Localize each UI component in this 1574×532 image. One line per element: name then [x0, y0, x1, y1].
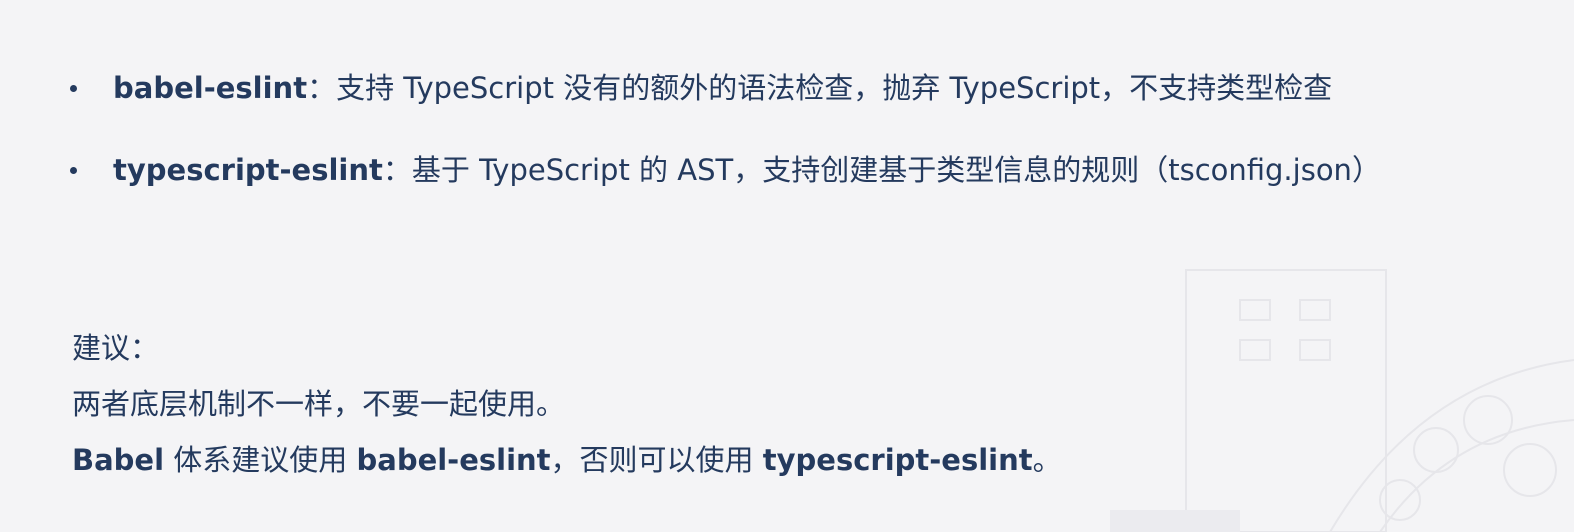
advice-line-1: 两者底层机制不一样，不要一起使用。: [72, 387, 566, 421]
bullet-term: babel-eslint: [113, 71, 308, 105]
advice-text: 。: [1032, 443, 1062, 477]
advice-text: 体系建议使用: [164, 443, 357, 477]
advice-line-2: Babel 体系建议使用 babel-eslint，否则可以使用 typescr…: [72, 432, 1062, 488]
bullet-desc: ：支持 TypeScript 没有的额外的语法检查，抛弃 TypeScript，…: [307, 71, 1333, 105]
bullet-dot-icon: [70, 84, 77, 92]
advice-section: 建议： 两者底层机制不一样，不要一起使用。 Babel 体系建议使用 babel…: [72, 320, 1062, 488]
bullet-list: babel-eslint：支持 TypeScript 没有的额外的语法检查，抛弃…: [70, 60, 1381, 224]
bullet-babel-eslint: babel-eslint：支持 TypeScript 没有的额外的语法检查，抛弃…: [70, 60, 1381, 116]
bullet-typescript-eslint: typescript-eslint：基于 TypeScript 的 AST，支持…: [70, 142, 1381, 198]
advice-term-typescript-eslint: typescript-eslint: [762, 443, 1033, 477]
bullet-term: typescript-eslint: [113, 153, 383, 187]
bullet-dot-icon: [70, 166, 77, 174]
slide: babel-eslint：支持 TypeScript 没有的额外的语法检查，抛弃…: [0, 0, 1574, 532]
advice-term-babel-eslint: babel-eslint: [356, 443, 551, 477]
advice-text: ，否则可以使用: [550, 443, 763, 477]
bullet-desc: ：基于 TypeScript 的 AST，支持创建基于类型信息的规则（tscon…: [382, 153, 1381, 187]
advice-heading: 建议：: [72, 331, 160, 365]
advice-term-babel: Babel: [72, 443, 165, 477]
